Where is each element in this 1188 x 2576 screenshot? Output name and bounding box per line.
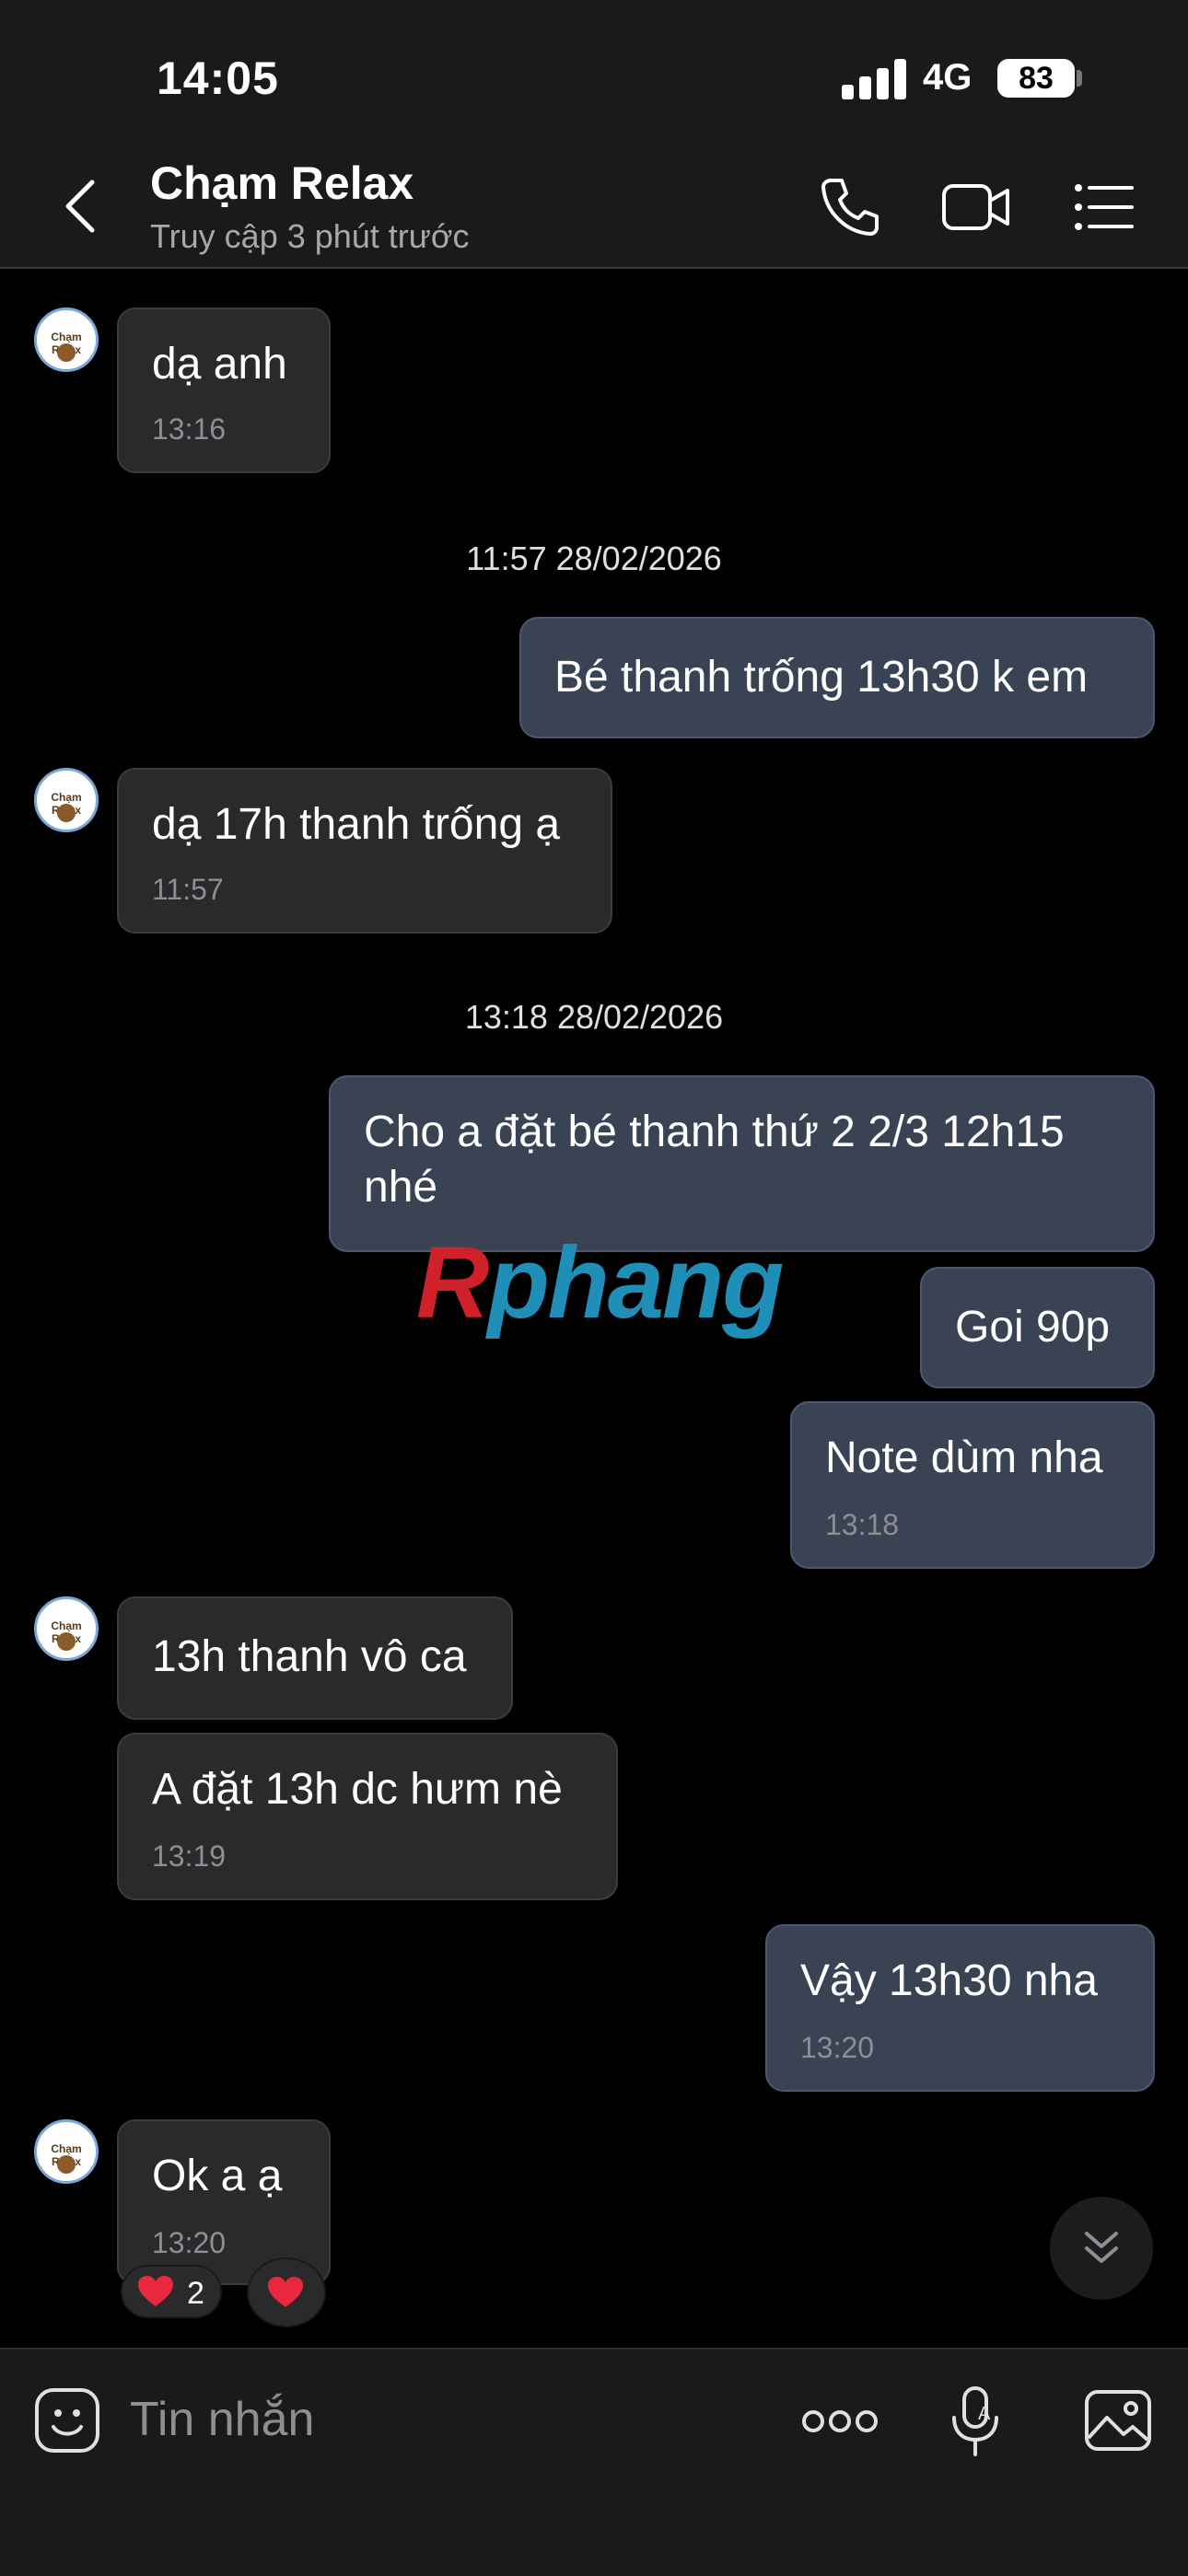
- contact-name[interactable]: Chạm Relax: [150, 157, 413, 210]
- heart-icon: [138, 2276, 173, 2306]
- message-input[interactable]: Tin nhắn: [130, 2392, 314, 2447]
- watermark-logo: Rphang: [416, 1224, 784, 1341]
- contact-avatar[interactable]: Chạm Relax: [34, 2119, 99, 2184]
- menu-list-icon[interactable]: [1074, 175, 1135, 239]
- svg-text:A: A: [978, 2404, 991, 2424]
- avatar-logo-image: [57, 804, 76, 822]
- message-time: 11:57: [152, 873, 224, 906]
- message-time: 13:16: [152, 412, 227, 446]
- message-bubble-outgoing[interactable]: Note dùm nha 13:18: [790, 1401, 1155, 1569]
- reaction-summary[interactable]: 2: [121, 2265, 222, 2318]
- message-bubble-outgoing[interactable]: Vậy 13h30 nha 13:20: [765, 1924, 1155, 2092]
- message-text: 13h thanh vô ca: [152, 1632, 467, 1681]
- date-separator: 11:57 28/02/2026: [466, 540, 722, 577]
- battery-icon: 83: [997, 59, 1075, 98]
- message-text: Goi 90p: [955, 1303, 1111, 1352]
- message-text-line-2: nhé: [364, 1163, 438, 1212]
- video-call-icon[interactable]: [941, 175, 1011, 239]
- message-bubble-incoming[interactable]: A đặt 13h dc hưm nè 13:19: [117, 1733, 618, 1900]
- heart-icon: [268, 2277, 303, 2307]
- message-time: 13:20: [800, 2031, 875, 2064]
- avatar-logo-image: [57, 2155, 76, 2174]
- more-options-icon[interactable]: [801, 2408, 879, 2434]
- message-bubble-incoming[interactable]: 13h thanh vô ca: [117, 1596, 513, 1720]
- double-chevron-down-icon: [1085, 2232, 1118, 2263]
- message-text: Note dùm nha: [825, 1433, 1103, 1482]
- message-text: dạ anh: [152, 340, 287, 389]
- message-bubble-incoming[interactable]: dạ anh 13:16: [117, 307, 331, 473]
- scroll-to-bottom-button[interactable]: [1050, 2197, 1153, 2300]
- chat-header: Chạm Relax Truy cập 3 phút trước: [0, 147, 1188, 269]
- add-reaction-button[interactable]: [247, 2257, 326, 2327]
- avatar-logo-image: [57, 343, 76, 362]
- sticker-icon[interactable]: [33, 2386, 101, 2454]
- date-separator: 13:18 28/02/2026: [464, 998, 724, 1036]
- contact-avatar[interactable]: Chạm Relax: [34, 307, 99, 372]
- message-time: 13:20: [152, 2226, 227, 2259]
- message-bubble-outgoing[interactable]: Goi 90p: [920, 1267, 1155, 1388]
- watermark-part-2: phang: [487, 1226, 784, 1340]
- message-bubble-incoming[interactable]: dạ 17h thanh trống ạ 11:57: [117, 768, 612, 934]
- message-text-line-1: Cho a đặt bé thanh thứ 2 2/3 12h15: [364, 1108, 1065, 1156]
- contact-avatar[interactable]: Chạm Relax: [34, 1596, 99, 1661]
- image-gallery-icon[interactable]: [1083, 2388, 1153, 2453]
- battery-cap: [1077, 70, 1082, 87]
- watermark-part-1: R: [416, 1226, 489, 1340]
- message-bubble-outgoing[interactable]: Bé thanh trống 13h30 k em: [519, 617, 1155, 738]
- status-bar: 14:05 4G 83: [0, 0, 1188, 147]
- message-text: Ok a ạ: [152, 2152, 283, 2200]
- voice-message-icon[interactable]: A: [949, 2385, 1002, 2458]
- avatar-logo-image: [57, 1632, 76, 1651]
- signal-icon: [842, 59, 906, 99]
- message-text: Bé thanh trống 13h30 k em: [554, 653, 1089, 702]
- status-time: 14:05: [157, 52, 279, 104]
- contact-avatar[interactable]: Chạm Relax: [34, 768, 99, 832]
- message-time: 13:19: [152, 1839, 227, 1873]
- contact-status: Truy cập 3 phút trước: [150, 217, 470, 255]
- message-text: Vậy 13h30 nha: [800, 1956, 1098, 2005]
- message-composer: Tin nhắn A: [0, 2348, 1188, 2576]
- message-text: A đặt 13h dc hưm nè: [152, 1765, 563, 1814]
- message-text: dạ 17h thanh trống ạ: [152, 800, 561, 849]
- message-time: 13:18: [825, 1508, 900, 1541]
- phone-call-icon[interactable]: [818, 175, 882, 239]
- reaction-count: 2: [187, 2276, 204, 2311]
- network-type: 4G: [923, 57, 973, 98]
- back-arrow-icon[interactable]: [53, 177, 109, 236]
